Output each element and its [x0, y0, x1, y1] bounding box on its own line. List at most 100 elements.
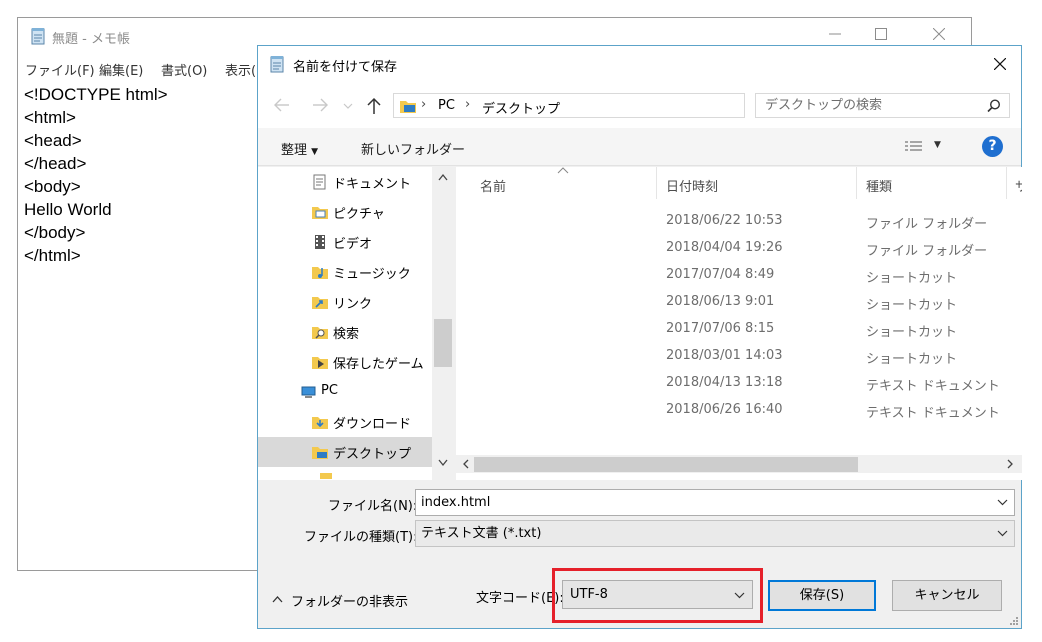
- menu-view[interactable]: 表示(: [225, 60, 256, 79]
- file-date: 2018/04/13 13:18: [666, 375, 783, 390]
- file-date: 2018/04/04 19:26: [666, 240, 783, 255]
- column-divider[interactable]: [1006, 167, 1007, 199]
- save-button[interactable]: 保存(S): [768, 580, 876, 611]
- tree-item-downloads[interactable]: ダウンロード: [258, 407, 432, 437]
- breadcrumb-desktop[interactable]: デスクトップ: [482, 98, 560, 117]
- caret-down-icon: ▼: [311, 147, 319, 157]
- address-bar[interactable]: › PC › デスクトップ: [393, 93, 877, 118]
- column-header-type[interactable]: 種類: [866, 176, 892, 195]
- close-icon: [933, 28, 945, 40]
- breadcrumb-pc[interactable]: PC: [438, 98, 455, 113]
- tree-scrollbar-thumb[interactable]: [434, 319, 452, 367]
- menu-file[interactable]: ファイル(F): [25, 60, 95, 79]
- menu-edit[interactable]: 編集(E): [99, 60, 143, 79]
- text-line: <html>: [24, 108, 76, 127]
- tree-item-music[interactable]: ミュージック: [258, 257, 432, 287]
- forward-button[interactable]: [310, 95, 330, 115]
- tree-item-desktop[interactable]: デスクトップ: [258, 437, 432, 467]
- pc-icon: [301, 386, 316, 398]
- save-as-dialog: 名前を付けて保存 › PC › デスクトップ デスクトップの検索 整理 ▼ 新し…: [257, 45, 1022, 629]
- navigation-pane: ドキュメント ピクチャ ビデオ ミュージック リンク 検索 保存したゲーム PC…: [258, 167, 454, 480]
- notepad-menu-bar: ファイル(F) 編集(E) 書式(O) 表示(: [18, 58, 278, 79]
- list-horizontal-scrollbar[interactable]: [456, 455, 1022, 473]
- text-line: <!DOCTYPE html>: [24, 85, 168, 104]
- chevron-down-icon[interactable]: [997, 499, 1008, 506]
- column-header-date[interactable]: 日付時刻: [666, 176, 718, 195]
- tree-item-label: 保存したゲーム: [333, 357, 424, 372]
- text-line: </body>: [24, 223, 86, 242]
- help-icon[interactable]: ?: [982, 136, 1003, 157]
- file-type: ショートカット: [866, 298, 958, 313]
- resize-grip-icon[interactable]: [1009, 616, 1019, 626]
- search-input[interactable]: [756, 94, 976, 117]
- tree-item-label: デスクトップ: [333, 447, 412, 462]
- file-type: ファイル フォルダー: [866, 217, 988, 232]
- tree-scrollbar[interactable]: [432, 167, 454, 480]
- menu-format[interactable]: 書式(O): [161, 60, 207, 79]
- arrow-left-icon: [274, 98, 289, 112]
- filetype-select[interactable]: テキスト文書 (*.txt): [415, 520, 1015, 547]
- notepad-icon: [270, 56, 284, 73]
- dialog-close-button[interactable]: [979, 46, 1021, 82]
- sort-ascending-icon: [557, 167, 569, 174]
- filename-input[interactable]: [416, 490, 986, 515]
- file-type: ショートカット: [866, 352, 958, 367]
- breadcrumb-separator-icon: ›: [421, 97, 427, 112]
- links-folder-icon: [312, 297, 328, 309]
- chevron-down-icon[interactable]: [438, 459, 448, 467]
- file-date: 2018/06/22 10:53: [666, 213, 783, 228]
- column-divider[interactable]: [856, 167, 857, 199]
- file-date: 2017/07/06 8:15: [666, 321, 775, 336]
- file-type: ショートカット: [866, 325, 958, 340]
- arrow-up-icon: [367, 97, 381, 114]
- file-type: ファイル フォルダー: [866, 244, 988, 259]
- change-view-button[interactable]: ▼: [900, 137, 948, 157]
- desktop-folder-icon: [312, 447, 328, 459]
- maximize-icon: [875, 28, 887, 40]
- document-folder-icon: [313, 174, 326, 190]
- tree-item-label: ダウンロード: [333, 417, 412, 432]
- tree-item-documents[interactable]: ドキュメント: [258, 167, 432, 197]
- back-button[interactable]: [272, 95, 292, 115]
- search-box: [755, 93, 1010, 118]
- notepad-text-area[interactable]: <!DOCTYPE html> <html> <head> </head> <body>…: [24, 83, 168, 267]
- file-date: 2018/06/13 9:01: [666, 294, 775, 309]
- cancel-button[interactable]: キャンセル: [892, 580, 1002, 611]
- encoding-label: 文字コード(E):: [476, 591, 564, 606]
- tree-item-label: ドキュメント: [333, 177, 412, 192]
- column-header-name[interactable]: 名前: [480, 176, 506, 195]
- file-date: 2018/03/01 14:03: [666, 348, 783, 363]
- file-type: テキスト ドキュメント: [866, 406, 1000, 421]
- tree-item-videos[interactable]: ビデオ: [258, 227, 432, 257]
- tree-item-label: ビデオ: [333, 237, 373, 252]
- organize-button[interactable]: 整理 ▼: [281, 139, 318, 158]
- tree-item-saved-games[interactable]: 保存したゲーム: [258, 347, 432, 377]
- arrow-right-icon: [313, 98, 328, 112]
- command-bar: 整理 ▼ 新しいフォルダー ▼ ?: [258, 128, 1021, 166]
- highlight-box: [552, 568, 763, 623]
- tree-item-searches[interactable]: 検索: [258, 317, 432, 347]
- file-type: ショートカット: [866, 271, 958, 286]
- chevron-down-icon: [343, 103, 353, 109]
- breadcrumb-separator-icon: ›: [465, 97, 471, 112]
- chevron-up-icon: [272, 596, 283, 603]
- new-folder-button[interactable]: 新しいフォルダー: [361, 139, 465, 158]
- list-scrollbar-thumb[interactable]: [474, 457, 858, 472]
- tree-item-label: リンク: [333, 297, 373, 312]
- up-button[interactable]: [364, 95, 384, 115]
- tree-item-links[interactable]: リンク: [258, 287, 432, 317]
- dialog-title: 名前を付けて保存: [293, 60, 398, 75]
- chevron-left-icon[interactable]: [462, 459, 470, 469]
- hide-folders-label: フォルダーの非表示: [291, 595, 409, 610]
- tree-item-pc[interactable]: PC: [258, 377, 432, 407]
- tree-item-pictures[interactable]: ピクチャ: [258, 197, 432, 227]
- recent-locations-button[interactable]: [341, 95, 355, 115]
- column-header-size[interactable]: サ: [1015, 176, 1022, 195]
- tree-item-label: ミュージック: [333, 267, 411, 282]
- chevron-right-icon[interactable]: [1006, 459, 1014, 469]
- chevron-up-icon[interactable]: [438, 173, 448, 181]
- text-line: Hello World: [24, 200, 112, 219]
- column-divider[interactable]: [656, 167, 657, 199]
- dialog-title-bar: 名前を付けて保存: [258, 46, 1021, 82]
- desktop-folder-icon: [400, 101, 416, 113]
